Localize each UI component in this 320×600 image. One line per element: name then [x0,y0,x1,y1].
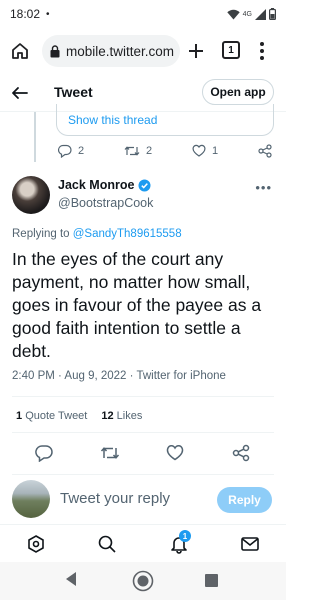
prev-retweet-count: 2 [146,145,153,157]
battery-icon [269,8,276,20]
prev-like-count: 1 [212,144,219,157]
more-options-icon[interactable]: ••• [255,180,272,195]
reply-button[interactable] [35,444,55,464]
verified-badge-icon [138,179,151,191]
wifi-icon [226,9,240,19]
back-arrow-icon [12,87,28,99]
share-button[interactable] [232,444,252,464]
network-type-label: 4G [242,10,252,18]
quote-label: Quote Tweet [25,410,88,422]
nav-messages-button[interactable] [240,534,260,554]
tweet-author: Jack Monroe @BootstrapCook ••• [12,176,274,216]
replying-handle-link[interactable]: @SandyTh89615558 [73,228,182,240]
author-name: Jack Monroe [58,178,135,192]
author-name-row[interactable]: Jack Monroe [58,178,151,192]
reply-composer: Tweet your reply Reply [0,480,286,520]
menu-dot [260,56,264,61]
share-icon [232,444,250,462]
quote-count: 1 [16,410,23,422]
menu-dot [260,48,264,53]
likes-count: 12 [101,410,114,422]
status-time: 18:02 [10,7,41,21]
system-recents-button[interactable] [205,574,218,592]
bottom-navigation: 1 [0,524,286,562]
tweet-text: In the eyes of the court any payment, no… [12,249,262,361]
nav-explore-button[interactable] [26,534,46,554]
reply-icon [35,445,53,463]
reply-icon [58,144,72,158]
show-thread-link[interactable]: Show this thread [68,113,157,127]
replying-to: Replying to @SandyTh89615558 [12,228,182,240]
browser-menu-button[interactable] [256,40,268,62]
signal-icon [255,8,266,20]
retweet-button[interactable] [100,444,120,464]
search-icon [98,535,116,553]
heart-icon [166,445,184,461]
open-app-button[interactable]: Open app [202,79,274,105]
prev-reply-action[interactable]: 2 [58,144,84,158]
replying-prefix: Replying to [12,228,73,240]
url-bar[interactable]: mobile.twitter.com [42,35,180,67]
share-icon [258,144,272,158]
back-button[interactable] [10,83,30,103]
tweet-actions [0,444,286,466]
likes-label: Likes [116,410,143,422]
prev-reply-count: 2 [78,145,85,157]
notification-badge: 1 [179,530,191,542]
plus-icon [189,44,203,58]
status-notification-dot: • [46,8,50,20]
author-avatar[interactable] [12,176,50,214]
explore-icon [28,535,44,553]
page-title: Tweet [54,84,93,100]
previous-tweet-actions: 2 2 1 [0,144,286,164]
like-button[interactable] [166,444,186,464]
system-back-button[interactable] [64,571,78,592]
system-home-button[interactable] [132,570,154,597]
mail-icon [241,537,259,551]
tweet-stats: 1 Quote Tweet 12 Likes [16,410,142,422]
divider [12,432,274,433]
status-icons: 4G [226,8,276,20]
recents-square-icon [205,574,218,587]
tweet-meta: 2:40 PM · Aug 9, 2022 · Twitter for iPho… [12,370,226,382]
retweet-icon [100,447,120,459]
heart-icon [192,144,206,157]
url-text: mobile.twitter.com [66,43,175,59]
back-triangle-icon [66,572,76,586]
author-handle[interactable]: @BootstrapCook [58,196,153,210]
menu-dot [260,41,264,46]
home-icon [12,43,28,59]
retweet-icon [124,146,140,156]
system-navigation-bar [0,562,286,600]
tab-switcher-button[interactable]: 1 [222,41,240,59]
likes-stat[interactable]: 12 Likes [101,410,142,422]
reply-input[interactable]: Tweet your reply [60,490,170,507]
divider [12,474,274,475]
new-tab-button[interactable] [183,38,209,64]
prev-like-action[interactable]: 1 [192,144,218,157]
user-avatar[interactable] [12,480,50,518]
divider [12,396,274,397]
browser-toolbar: mobile.twitter.com 1 [0,28,286,74]
reply-submit-button[interactable]: Reply [217,487,272,513]
status-bar: 18:02 • 4G [0,0,286,28]
nav-search-button[interactable] [97,534,117,554]
home-circle-icon [132,570,154,592]
prev-share-action[interactable] [258,144,272,158]
prev-retweet-action[interactable]: 2 [124,144,152,158]
quote-tweets-stat[interactable]: 1 Quote Tweet [16,410,87,422]
lock-icon [50,44,60,57]
home-button[interactable] [8,39,32,63]
